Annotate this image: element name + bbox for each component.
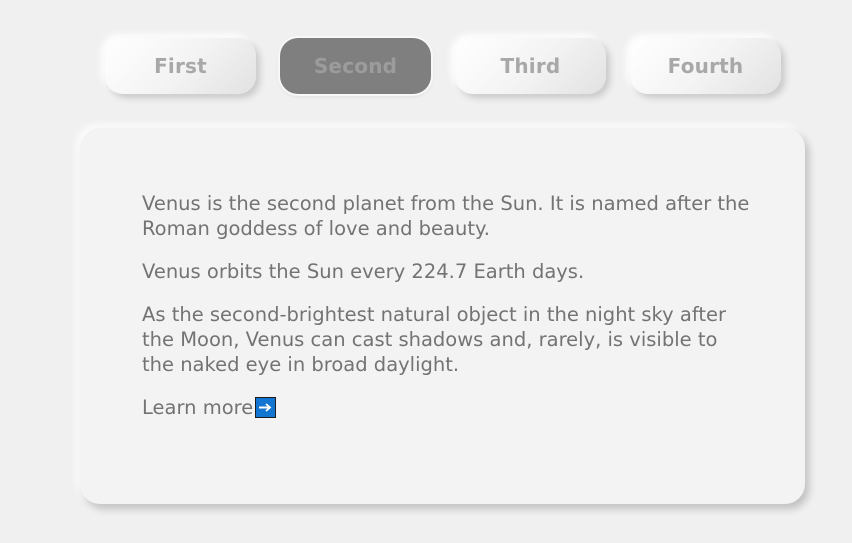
tab-first[interactable]: First: [105, 38, 256, 94]
learn-more-link[interactable]: Learn more: [142, 395, 277, 420]
tab-second[interactable]: Second: [280, 38, 431, 94]
paragraph-intro: Venus is the second planet from the Sun.…: [142, 192, 750, 240]
panel-content: Venus is the second planet from the Sun.…: [142, 191, 752, 420]
tab-third[interactable]: Third: [455, 38, 606, 94]
tab-bar: First Second Third Fourth: [105, 38, 781, 94]
tab-panel: Venus is the second planet from the Sun.…: [80, 128, 805, 504]
paragraph-brightness: As the second-brightest natural object i…: [142, 303, 727, 376]
paragraph-orbit: Venus orbits the Sun every 224.7 Earth d…: [142, 260, 585, 283]
learn-more-label: Learn more: [142, 396, 254, 419]
right-arrow-icon: [255, 397, 277, 418]
page: First Second Third Fourth Venus is the s…: [0, 0, 852, 543]
tab-fourth[interactable]: Fourth: [630, 38, 781, 94]
